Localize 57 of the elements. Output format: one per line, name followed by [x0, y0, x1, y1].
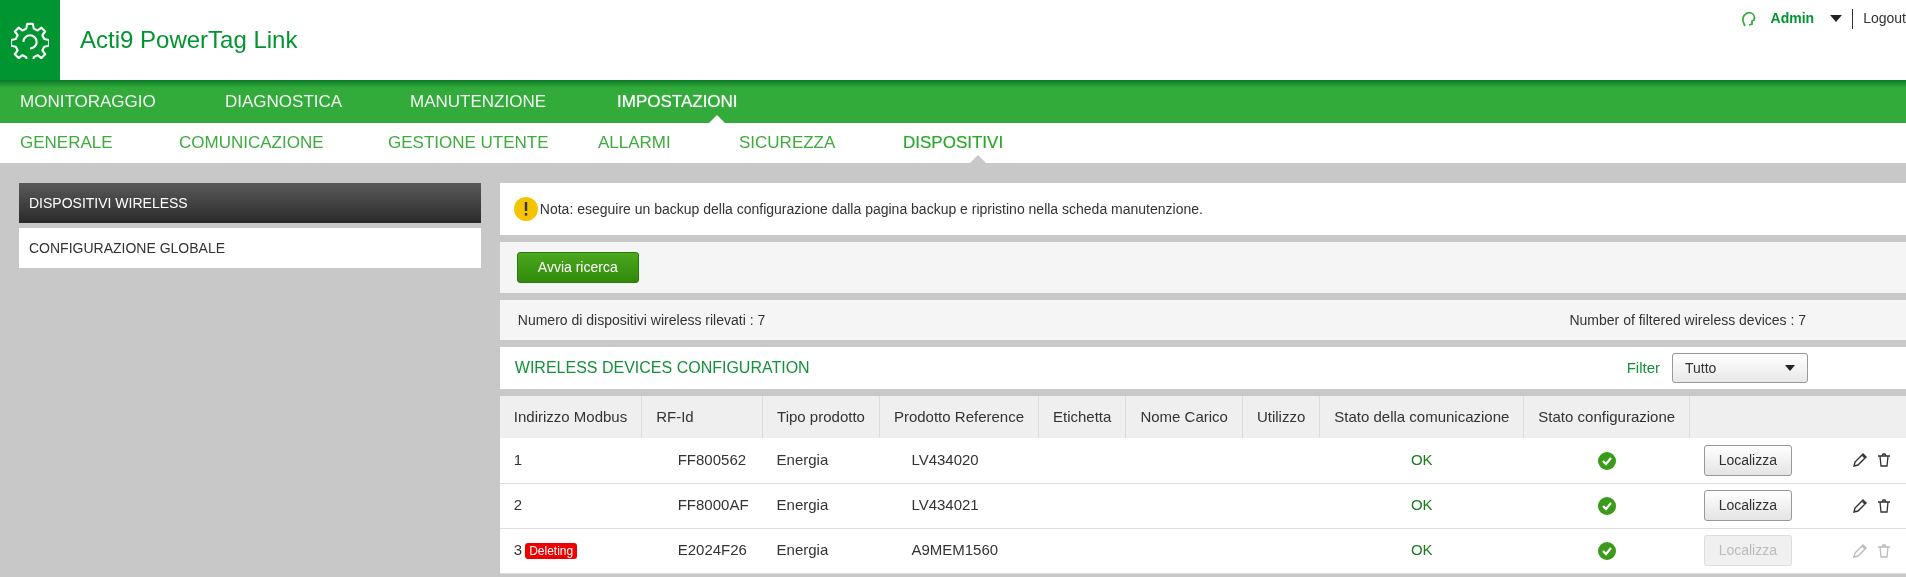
search-button[interactable]: Avvia ricerca [516, 252, 639, 283]
filter-dropdown[interactable]: Tutto [1672, 353, 1808, 383]
user-name[interactable]: Admin [1770, 8, 1815, 29]
table-cell: Energia [776, 451, 829, 468]
column-header: Nome Carico [1125, 396, 1243, 438]
delete-icon[interactable] [1876, 452, 1892, 469]
filter-label: Filter [1626, 357, 1660, 378]
column-header: Utilizzo [1242, 396, 1320, 438]
sub-nav-tab[interactable]: GENERALE [20, 123, 179, 163]
warning-icon [513, 197, 538, 221]
selected-indicator [970, 155, 986, 163]
status-badge: Deleting [525, 543, 578, 560]
table-cell: 2 [513, 496, 523, 514]
sub-nav-tab[interactable]: SICUREZZA [739, 123, 903, 163]
sidebar-item[interactable]: CONFIGURAZIONE GLOBALE [19, 228, 481, 268]
table-cell: LV434021 [911, 496, 979, 514]
column-header: RF-Id [641, 396, 763, 438]
sub-nav-tab[interactable]: DISPOSITIVI [903, 123, 1053, 163]
main-nav-tab[interactable]: DIAGNOSTICA [225, 80, 410, 123]
edit-icon[interactable] [1852, 497, 1868, 514]
table-cell: FF8000AF [677, 496, 749, 514]
detected-count: Numero di dispositivi wireless rilevati : 7 [517, 310, 766, 330]
table-cell: 1 [513, 451, 523, 468]
app-title: Acti9 PowerTag Link [80, 25, 298, 55]
table-cell: E2024F26 [677, 541, 747, 559]
main-nav-tab[interactable]: MANUTENZIONE [410, 80, 617, 123]
column-header: Tipo prodotto [762, 396, 880, 438]
section-title: WIRELESS DEVICES CONFIGURATION [514, 358, 810, 378]
sub-nav-tab[interactable]: ALLARMI [598, 123, 739, 163]
main-nav-tab[interactable]: MONITORAGGIO [20, 80, 225, 123]
table-cell: LV434020 [911, 451, 979, 468]
sub-nav-tab[interactable]: COMUNICAZIONE [179, 123, 388, 163]
column-header: Prodotto Reference [879, 396, 1039, 438]
logout-link[interactable]: Logout [1863, 8, 1906, 29]
note-text: Nota: eseguire un backup della configurazione dalla pagina backup e ripristino nella scheda manutenzione. [539, 199, 1203, 219]
column-header: Etichetta [1038, 396, 1126, 438]
table-cell: OK [1410, 496, 1433, 514]
table-cell: Energia [776, 496, 829, 514]
column-header: Stato della comunicazione [1319, 396, 1524, 438]
column-header: Stato configurazione [1523, 396, 1690, 438]
column-header: Indirizzo Modbus [499, 396, 642, 438]
caret-icon[interactable] [1830, 14, 1843, 23]
delete-icon[interactable] [1876, 497, 1892, 514]
table-cell: OK [1410, 451, 1433, 468]
locate-button[interactable]: Localizza [1703, 490, 1792, 521]
sidebar-item[interactable]: DISPOSITIVI WIRELESS [19, 183, 481, 223]
table-cell: OK [1410, 541, 1433, 559]
edit-icon[interactable] [1852, 452, 1868, 469]
table-cell: A9MEM1560 [911, 541, 999, 559]
table-cell: FF800562 [677, 451, 747, 468]
sub-nav-tab[interactable]: GESTIONE UTENTE [388, 123, 598, 163]
table-cell: 3 [513, 541, 523, 559]
locate-button[interactable]: Localizza [1703, 444, 1792, 476]
gear-icon [11, 21, 49, 59]
caret-icon [1785, 365, 1795, 371]
filtered-count: Number of filtered wireless devices : 7 [1569, 310, 1806, 330]
table-cell: Energia [776, 541, 829, 559]
